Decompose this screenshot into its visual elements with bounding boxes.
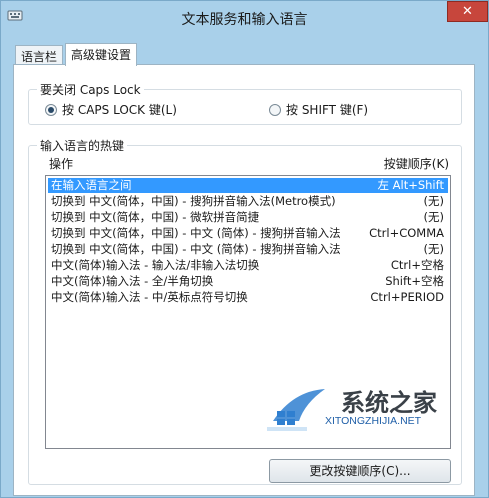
- radio-checked-icon: [45, 103, 57, 116]
- change-key-sequence-button[interactable]: 更改按键顺序(C)...: [269, 459, 451, 483]
- hotkey-keys: Ctrl+空格: [390, 258, 444, 272]
- hotkey-keys: Ctrl+COMMA: [369, 226, 444, 240]
- radio-caps-lock-label: 按 CAPS LOCK 键(L): [62, 103, 177, 117]
- watermark-url: XITONGZHIJIA.NET: [325, 415, 422, 427]
- hotkey-action: 切换到 中文(简体，中国) - 中文 (简体) - 搜狗拼音输入法: [51, 226, 341, 240]
- hotkey-keys: 左 Alt+Shift: [377, 178, 444, 192]
- radio-caps-lock-key[interactable]: 按 CAPS LOCK 键(L): [45, 101, 177, 118]
- hotkey-action: 切换到 中文(简体，中国) - 中文 (简体) - 搜狗拼音输入法: [51, 242, 341, 256]
- hotkey-row[interactable]: 切换到 中文(简体，中国) - 中文 (简体) - 搜狗拼音输入法 Ctrl+C…: [48, 226, 448, 241]
- window-title: 文本服务和输入语言: [181, 12, 308, 28]
- tab-advanced-key-settings[interactable]: 高级键设置: [65, 43, 138, 66]
- close-icon: ✕: [462, 4, 473, 19]
- hotkey-action: 中文(简体)输入法 - 输入法/非输入法切换: [51, 258, 260, 272]
- title-bar[interactable]: 文本服务和输入语言 ✕: [1, 1, 488, 33]
- hotkey-row[interactable]: 中文(简体)输入法 - 输入法/非输入法切换 Ctrl+空格: [48, 258, 448, 273]
- hotkeys-list-header: 操作 按键顺序(K): [37, 155, 449, 171]
- hotkey-row[interactable]: 切换到 中文(简体，中国) - 微软拼音简捷 (无): [48, 210, 448, 225]
- hotkey-keys: (无): [423, 194, 444, 208]
- watermark-text: 系统之家: [341, 388, 437, 417]
- hotkey-row[interactable]: 中文(简体)输入法 - 全/半角切换 Shift+空格: [48, 274, 448, 289]
- hotkey-action: 切换到 中文(简体，中国) - 微软拼音简捷: [51, 210, 260, 224]
- hotkey-action: 中文(简体)输入法 - 全/半角切换: [51, 274, 214, 288]
- caps-lock-group: 要关闭 Caps Lock 按 CAPS LOCK 键(L) 按 SHIFT 键…: [28, 81, 462, 125]
- radio-unchecked-icon: [269, 103, 281, 116]
- hotkey-row[interactable]: 在输入语言之间 左 Alt+Shift: [48, 178, 448, 193]
- hotkey-keys: (无): [423, 242, 444, 256]
- hotkeys-group-title: 输入语言的热键: [37, 137, 128, 154]
- hotkey-row[interactable]: 切换到 中文(简体，中国) - 搜狗拼音输入法(Metro模式) (无): [48, 194, 448, 209]
- hotkey-action: 在输入语言之间: [51, 178, 132, 192]
- tab-language-bar[interactable]: 语言栏: [15, 45, 64, 65]
- hotkey-keys: Shift+空格: [385, 274, 444, 288]
- column-keys-header: 按键顺序(K): [383, 157, 449, 171]
- dialog-window: 文本服务和输入语言 ✕ 语言栏 高级键设置 要关闭 Caps Lock 按 CA…: [0, 0, 489, 498]
- hotkey-row[interactable]: 中文(简体)输入法 - 中/英标点符号切换 Ctrl+PERIOD: [48, 290, 448, 305]
- hotkey-action: 切换到 中文(简体，中国) - 搜狗拼音输入法(Metro模式): [51, 194, 336, 208]
- close-button[interactable]: ✕: [447, 1, 488, 22]
- hotkey-action: 中文(简体)输入法 - 中/英标点符号切换: [51, 290, 248, 304]
- site-watermark: 系统之家 XITONGZHIJIA.NET: [263, 379, 473, 441]
- caps-lock-group-title: 要关闭 Caps Lock: [37, 81, 144, 98]
- hotkey-keys: (无): [423, 210, 444, 224]
- radio-shift-key[interactable]: 按 SHIFT 键(F): [269, 101, 368, 118]
- watermark-logo-icon: [267, 389, 325, 431]
- hotkey-keys: Ctrl+PERIOD: [370, 290, 444, 304]
- radio-shift-label: 按 SHIFT 键(F): [286, 103, 369, 117]
- column-action-header: 操作: [49, 157, 74, 171]
- hotkey-row[interactable]: 切换到 中文(简体，中国) - 中文 (简体) - 搜狗拼音输入法 (无): [48, 242, 448, 257]
